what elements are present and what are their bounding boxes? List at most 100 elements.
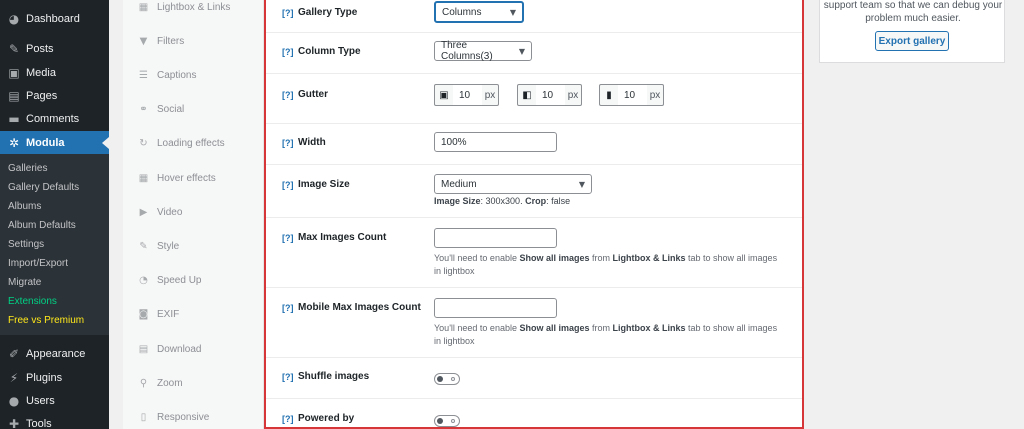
speed-icon: ◔	[139, 274, 148, 286]
shuffle-label: Shuffle images	[298, 371, 370, 382]
toggle-knob	[437, 376, 443, 382]
help-link[interactable]: [?]	[282, 47, 294, 57]
tab-label: Filters	[157, 35, 185, 47]
dashboard-icon: ◕	[8, 12, 20, 26]
width-label: Width	[298, 137, 326, 148]
help-link[interactable]: [?]	[282, 303, 294, 313]
submenu-extensions[interactable]: Extensions	[8, 296, 57, 307]
support-text-line: problem much easier.	[865, 13, 961, 24]
max-images-label: Max Images Count	[298, 232, 387, 243]
gutter-desktop[interactable]: ▣ 10 px	[434, 84, 499, 106]
menu-posts[interactable]: ✎ Posts	[0, 37, 109, 61]
gear-icon: ✲	[8, 136, 20, 150]
tab-filters[interactable]: ▼ Filters	[137, 31, 185, 51]
download-icon: ▤	[138, 343, 149, 355]
tab-social[interactable]: ⚭ Social	[137, 99, 184, 119]
gutter-tablet-input[interactable]: 10	[536, 85, 565, 105]
gutter-label: Gutter	[298, 89, 328, 100]
submenu-albums[interactable]: Albums	[8, 201, 41, 212]
help-link[interactable]: [?]	[282, 138, 294, 148]
submenu-import-export[interactable]: Import/Export	[8, 258, 68, 269]
menu-media[interactable]: ▣ Media	[0, 61, 109, 85]
gutter-mobile[interactable]: ▮ 10 px	[599, 84, 664, 106]
row-width: [?] Width 100%	[266, 124, 802, 165]
mobile-max-images-note: You'll need to enable Show all images fr…	[434, 322, 784, 348]
submenu-galleries[interactable]: Galleries	[8, 163, 47, 174]
shuffle-toggle[interactable]	[434, 373, 460, 385]
width-input[interactable]: 100%	[434, 132, 557, 152]
tab-video[interactable]: ▶ Video	[137, 202, 183, 222]
column-type-label: Column Type	[298, 46, 361, 57]
menu-plugins[interactable]: ⚡ Plugins	[0, 366, 109, 390]
gallery-type-select[interactable]: Columns ▼	[434, 1, 524, 23]
export-gallery-button[interactable]: Export gallery	[875, 31, 949, 51]
responsive-icon: ▯	[140, 411, 147, 423]
plugin-icon: ⚡	[9, 371, 19, 385]
tab-lightbox-links[interactable]: ▦ Lightbox & Links	[137, 0, 231, 17]
tab-label: Loading effects	[157, 137, 225, 149]
help-link[interactable]: [?]	[282, 180, 294, 190]
tab-captions[interactable]: ☰ Captions	[137, 65, 196, 85]
gutter-mobile-input[interactable]: 10	[618, 85, 647, 105]
image-size-info-value: : 300x300.	[480, 196, 526, 206]
menu-comments[interactable]: ▬ Comments	[0, 107, 109, 131]
mobile-max-images-input[interactable]	[434, 298, 557, 318]
menu-tools[interactable]: ✚ Tools	[0, 412, 109, 429]
tab-responsive[interactable]: ▯ Responsive	[137, 407, 210, 427]
tab-style[interactable]: ✎ Style	[137, 236, 179, 256]
row-max-images: [?] Max Images Count You'll need to enab…	[266, 218, 802, 288]
submenu-album-defaults[interactable]: Album Defaults	[8, 220, 76, 231]
gutter-desktop-input[interactable]: 10	[453, 85, 482, 105]
menu-label: Posts	[26, 43, 54, 55]
captions-icon: ☰	[139, 69, 148, 81]
wrench-icon: ✚	[8, 417, 20, 429]
help-link[interactable]: [?]	[282, 372, 294, 382]
column-type-select[interactable]: Three Columns(3) ▼	[434, 40, 532, 62]
admin-sidebar: ◕ Dashboard ✎ Posts ▣ Media ▤ Pages ▬ Comment…	[0, 0, 109, 429]
tab-label: Hover effects	[157, 172, 216, 184]
tab-zoom[interactable]: ⚲ Zoom	[137, 373, 183, 393]
camera-icon: ◙	[138, 308, 149, 320]
tab-loading-effects[interactable]: ↻ Loading effects	[137, 133, 225, 153]
help-link[interactable]: [?]	[282, 233, 294, 243]
menu-label: Modula	[26, 137, 65, 149]
user-icon: ●	[8, 394, 20, 408]
media-icon: ▣	[8, 66, 20, 80]
menu-label: Tools	[26, 418, 52, 429]
submenu-free-vs-premium[interactable]: Free vs Premium	[8, 315, 84, 326]
tablet-icon: ◧	[522, 89, 532, 101]
help-link[interactable]: [?]	[282, 90, 294, 100]
mobile-icon: ▮	[606, 89, 612, 101]
unit-label: px	[484, 89, 496, 101]
menu-appearance[interactable]: ✐ Appearance	[0, 342, 109, 366]
tab-speed-up[interactable]: ◔ Speed Up	[137, 270, 201, 290]
menu-pages[interactable]: ▤ Pages	[0, 84, 109, 108]
image-size-select[interactable]: Medium ▼	[434, 174, 592, 194]
chevron-down-icon: ▼	[578, 179, 585, 189]
max-images-input[interactable]	[434, 228, 557, 248]
submenu-settings[interactable]: Settings	[8, 239, 44, 250]
lightbox-icon: ▦	[138, 1, 149, 13]
image-size-info-label: Image Size	[434, 196, 481, 206]
tab-download[interactable]: ▤ Download	[137, 339, 202, 359]
menu-modula[interactable]: ✲ Modula	[0, 131, 109, 155]
share-icon: ⚭	[139, 103, 148, 115]
gutter-tablet[interactable]: ◧ 10 px	[517, 84, 582, 106]
chevron-down-icon: ▼	[518, 46, 525, 56]
toggle-off-indicator	[451, 377, 455, 381]
modula-submenu: Galleries Gallery Defaults Albums Album …	[0, 154, 109, 335]
toggle-knob	[437, 418, 443, 424]
tab-hover-effects[interactable]: ▦ Hover effects	[137, 168, 216, 188]
powered-by-toggle[interactable]	[434, 415, 460, 427]
gallery-settings-panel: [?] Gallery Type Columns ▼ [?] Column Typ…	[264, 0, 804, 429]
menu-users[interactable]: ● Users	[0, 389, 109, 413]
crop-label: Crop	[525, 196, 547, 206]
help-link[interactable]: [?]	[282, 8, 294, 18]
help-link[interactable]: [?]	[282, 414, 294, 424]
submenu-gallery-defaults[interactable]: Gallery Defaults	[8, 182, 79, 193]
note-bold: Lightbox & Links	[612, 323, 686, 333]
tab-exif[interactable]: ◙ EXIF	[137, 304, 180, 324]
menu-dashboard[interactable]: ◕ Dashboard	[0, 7, 109, 31]
submenu-migrate[interactable]: Migrate	[8, 277, 41, 288]
selected-value: Medium	[441, 178, 477, 190]
